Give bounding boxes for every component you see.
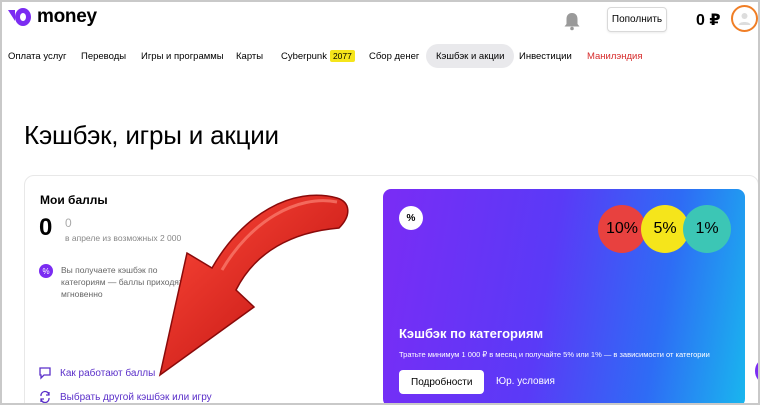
cashback-5-circle: 5% bbox=[641, 205, 689, 253]
logo-icon bbox=[8, 8, 31, 26]
nav-item-games[interactable]: Игры и программы bbox=[141, 44, 224, 68]
nav-item-transfers[interactable]: Переводы bbox=[81, 44, 126, 68]
promo-title: Кэшбэк по категориям bbox=[399, 326, 544, 341]
logo-text: money bbox=[37, 6, 97, 27]
points-title: Мои баллы bbox=[40, 193, 108, 207]
refresh-icon bbox=[40, 390, 50, 403]
choose-cashback-link[interactable]: Выбрать другой кэшбэк или игру bbox=[38, 390, 212, 403]
top-nav: Оплата услуг Переводы Игры и программы К… bbox=[2, 44, 758, 68]
percent-icon: % bbox=[39, 264, 53, 278]
logo[interactable]: money bbox=[6, 6, 97, 28]
nav-item-label: Игры и программы bbox=[141, 50, 224, 62]
nav-item-label: Кэшбэк и акции bbox=[436, 50, 505, 62]
details-button[interactable]: Подробности bbox=[399, 370, 485, 394]
nav-item-label: Сбор денег bbox=[369, 50, 420, 62]
nav-item-manilandia[interactable]: Манилэндия bbox=[587, 44, 643, 68]
link-label: Выбрать другой кэшбэк или игру bbox=[60, 391, 212, 403]
nav-item-cards[interactable]: Карты bbox=[236, 44, 263, 68]
nav-item-label: Карты bbox=[236, 50, 264, 62]
balance: 0 ₽ bbox=[696, 12, 721, 29]
nav-badge: 2077 bbox=[329, 50, 355, 62]
avatar-icon bbox=[738, 13, 751, 25]
cashback-promo-card[interactable]: % 10% 5% 1% Кэшбэк по категориям Тратьте… bbox=[383, 189, 745, 403]
avatar[interactable] bbox=[731, 5, 758, 32]
nav-item-cashback[interactable]: Кэшбэк и акции bbox=[426, 44, 515, 68]
promo-subtitle: Тратьте минимум 1 000 ₽ в месяц и получа… bbox=[399, 350, 710, 359]
points-value: 0 bbox=[39, 214, 53, 241]
nav-item-label: Переводы bbox=[81, 50, 127, 62]
page-title: Кэшбэк, игры и акции bbox=[24, 120, 279, 150]
cashback-10-circle: 10% bbox=[598, 205, 646, 253]
nav-item-payments[interactable]: Оплата услуг bbox=[8, 44, 66, 68]
red-arrow-annotation bbox=[158, 194, 349, 377]
nav-item-label: Инвестиции bbox=[519, 50, 572, 62]
nav-item-label: Оплата услуг bbox=[8, 50, 67, 62]
nav-item-label: Манилэндия bbox=[587, 50, 643, 62]
promo-percent-badge: % bbox=[399, 206, 423, 230]
legal-terms-link[interactable]: Юр. условия bbox=[496, 376, 555, 387]
nav-item-investments[interactable]: Инвестиции bbox=[519, 44, 572, 68]
topup-button[interactable]: Пополнить bbox=[607, 7, 667, 32]
bell-icon[interactable] bbox=[563, 11, 581, 31]
cashback-1-circle: 1% bbox=[683, 205, 731, 253]
nav-item-cyberpunk[interactable]: Cyberpunk 2077 bbox=[281, 44, 355, 68]
nav-item-fundraising[interactable]: Сбор денег bbox=[369, 44, 419, 68]
nav-item-label: Cyberpunk bbox=[281, 50, 327, 62]
app-window: money Пополнить 0 ₽ Оплата услуг Перевод… bbox=[2, 2, 758, 403]
points-possible-value: 0 bbox=[65, 216, 72, 230]
chat-icon bbox=[39, 367, 51, 380]
